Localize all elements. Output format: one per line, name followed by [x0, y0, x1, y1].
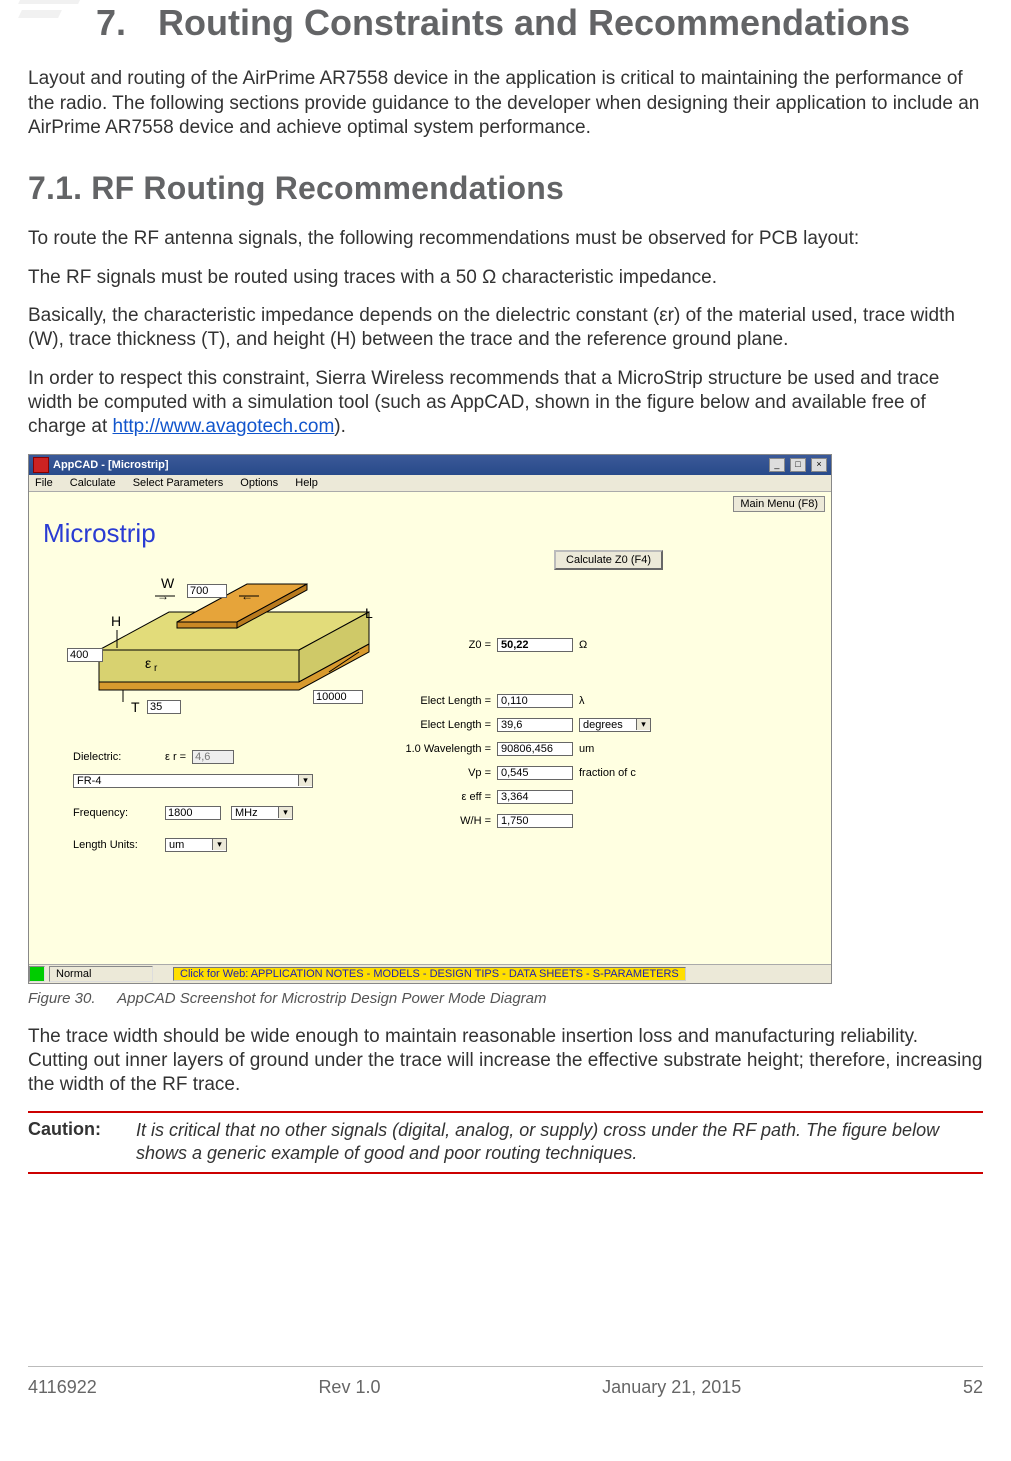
- page-footer: 4116922 Rev 1.0 January 21, 2015 52: [28, 1366, 983, 1398]
- input-frequency[interactable]: 1800: [165, 806, 221, 820]
- figure-caption-text: AppCAD Screenshot for Microstrip Design …: [117, 990, 546, 1007]
- footer-page: 52: [963, 1377, 983, 1398]
- figure-appcad: AppCAD - [Microstrip] _ □ × File Calcula…: [28, 454, 983, 984]
- frequency-label: Frequency:: [73, 807, 165, 819]
- length-units-select[interactable]: um▾: [165, 838, 227, 852]
- subsection-heading: 7.1. RF Routing Recommendations: [28, 170, 983, 207]
- section-title: Routing Constraints and Recommendations: [28, 2, 983, 43]
- app-icon: [33, 457, 49, 473]
- wavelength-label: 1.0 Wavelength =: [341, 743, 491, 755]
- status-banner-link[interactable]: Click for Web: APPLICATION NOTES - MODEL…: [173, 967, 686, 981]
- paragraph: The RF signals must be routed using trac…: [28, 266, 983, 290]
- client-area: Main Menu (F8) Microstrip: [29, 492, 831, 964]
- svg-text:L: L: [365, 605, 373, 621]
- eeff-value: 3,364: [497, 790, 573, 804]
- minimize-button[interactable]: _: [769, 458, 785, 472]
- menu-select-parameters[interactable]: Select Parameters: [133, 477, 223, 489]
- vp-label: Vp =: [341, 767, 491, 779]
- menu-help[interactable]: Help: [295, 477, 318, 489]
- caution-text: It is critical that no other signals (di…: [136, 1119, 983, 1165]
- paragraph: Basically, the characteristic impedance …: [28, 304, 983, 353]
- z0-label: Z0 =: [341, 639, 491, 651]
- z0-unit: Ω: [579, 639, 587, 651]
- vp-unit: fraction of c: [579, 767, 636, 779]
- elect-length-deg-unit-select[interactable]: degrees▾: [579, 718, 651, 732]
- elect-length-deg-value: 39,6: [497, 718, 573, 732]
- paragraph: The trace width should be wide enough to…: [28, 1025, 983, 1098]
- menu-calculate[interactable]: Calculate: [70, 477, 116, 489]
- intro-paragraph: Layout and routing of the AirPrime AR755…: [28, 67, 983, 140]
- figure-caption: Figure 30. AppCAD Screenshot for Microst…: [28, 990, 983, 1007]
- maximize-button[interactable]: □: [790, 458, 806, 472]
- elect-length-deg-label: Elect Length =: [341, 719, 491, 731]
- section-heading: 7. Routing Constraints and Recommendatio…: [28, 0, 983, 43]
- menu-file[interactable]: File: [35, 477, 53, 489]
- menubar: File Calculate Select Parameters Options…: [29, 475, 831, 492]
- footer-docnum: 4116922: [28, 1377, 97, 1398]
- footer-date: January 21, 2015: [602, 1377, 741, 1398]
- length-units-label: Length Units:: [73, 839, 165, 851]
- microstrip-title: Microstrip: [43, 518, 156, 549]
- chevron-down-icon: ▾: [278, 807, 292, 818]
- close-button[interactable]: ×: [811, 458, 827, 472]
- svg-text:H: H: [111, 613, 121, 629]
- footer-rev: Rev 1.0: [318, 1377, 380, 1398]
- frequency-unit-select[interactable]: MHz▾: [231, 806, 293, 820]
- input-h[interactable]: 400: [67, 648, 103, 662]
- window-titlebar: AppCAD - [Microstrip] _ □ ×: [29, 455, 831, 475]
- avago-link[interactable]: http://www.avagotech.com: [113, 416, 335, 437]
- caution-block: Caution: It is critical that no other si…: [28, 1111, 983, 1173]
- paragraph: To route the RF antenna signals, the fol…: [28, 227, 983, 251]
- wh-value: 1,750: [497, 814, 573, 828]
- section-number: 7.: [96, 2, 126, 44]
- paragraph: In order to respect this constraint, Sie…: [28, 367, 983, 440]
- chevron-down-icon: ▾: [298, 775, 312, 786]
- svg-text:→: →: [157, 589, 169, 603]
- svg-text:T: T: [131, 699, 140, 715]
- status-bar: Normal Click for Web: APPLICATION NOTES …: [29, 964, 831, 983]
- svg-text:ε: ε: [145, 655, 151, 671]
- caution-label: Caution:: [28, 1119, 136, 1165]
- window-controls: _ □ ×: [767, 458, 827, 472]
- svg-text:←: ←: [241, 589, 253, 603]
- input-w[interactable]: 700: [187, 584, 227, 598]
- menu-options[interactable]: Options: [240, 477, 278, 489]
- wh-label: W/H =: [341, 815, 491, 827]
- figure-number: Figure 30.: [28, 990, 96, 1007]
- wavelength-unit: um: [579, 743, 594, 755]
- wavelength-value: 90806,456: [497, 742, 573, 756]
- elect-length-lambda-value: 0,110: [497, 694, 573, 708]
- text: ).: [334, 416, 346, 437]
- elect-length-lambda-unit: λ: [579, 695, 585, 707]
- vp-value: 0,545: [497, 766, 573, 780]
- window-title: AppCAD - [Microstrip]: [53, 459, 767, 471]
- eeff-label: ε eff =: [341, 791, 491, 803]
- elect-length-lambda-label: Elect Length =: [341, 695, 491, 707]
- status-indicator-icon: [29, 966, 45, 982]
- appcad-window: AppCAD - [Microstrip] _ □ × File Calcula…: [28, 454, 832, 984]
- z0-value: 50,22: [497, 638, 573, 652]
- chevron-down-icon: ▾: [636, 719, 650, 730]
- calculate-button[interactable]: Calculate Z0 (F4): [554, 550, 663, 570]
- status-mode: Normal: [49, 966, 153, 982]
- dielectric-label: Dielectric:: [73, 751, 165, 763]
- main-menu-button[interactable]: Main Menu (F8): [733, 496, 825, 512]
- input-t[interactable]: 35: [147, 700, 181, 714]
- chevron-down-icon: ▾: [212, 839, 226, 850]
- input-er: 4,6: [192, 750, 234, 764]
- material-select[interactable]: FR-4▾: [73, 774, 313, 788]
- er-symbol: ε r =: [165, 751, 186, 763]
